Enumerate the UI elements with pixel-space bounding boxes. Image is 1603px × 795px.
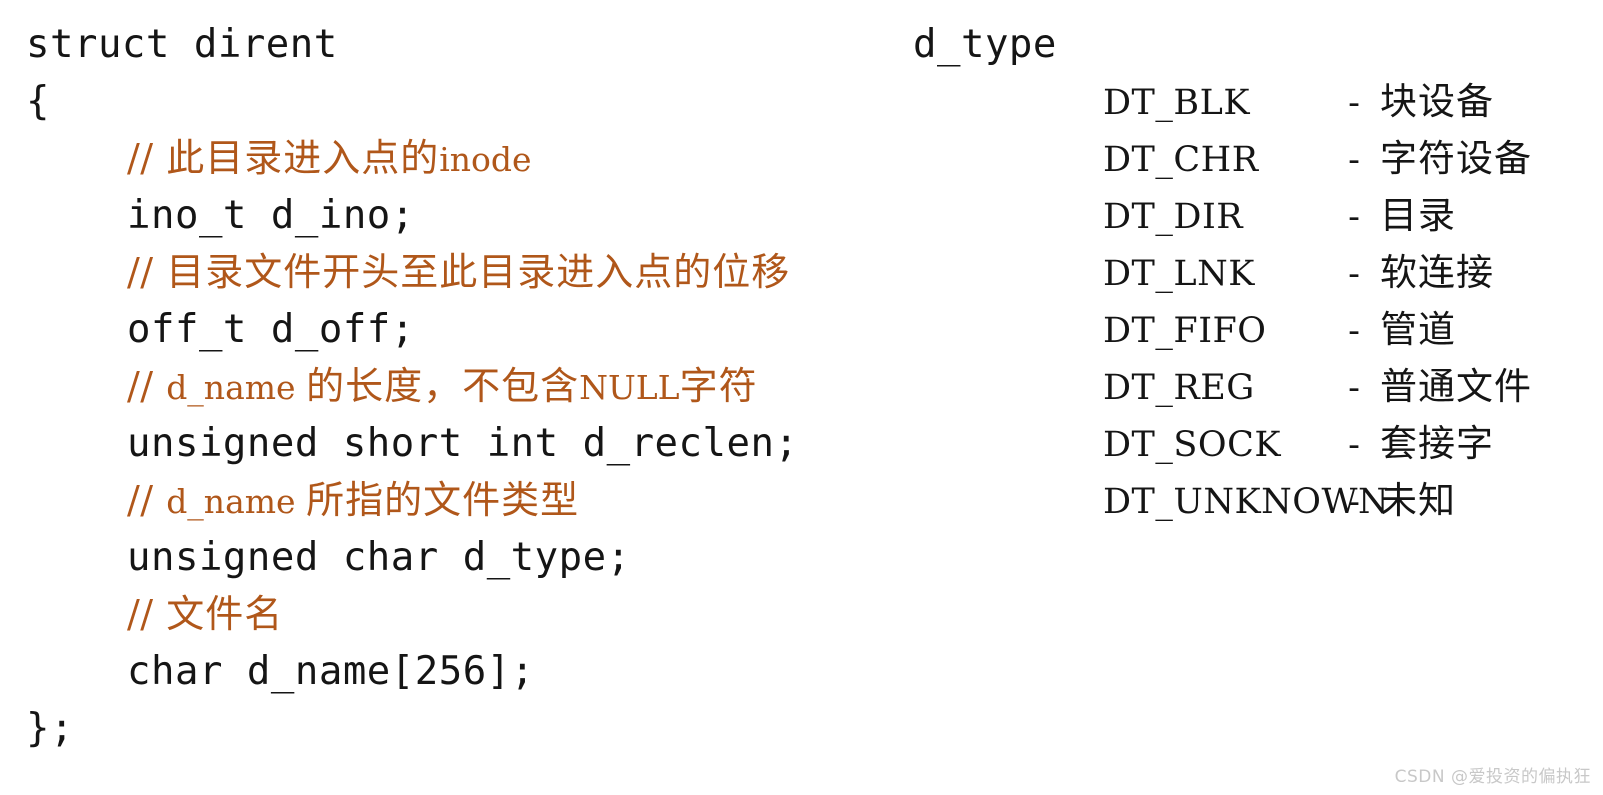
dtype-description: 块设备	[1380, 80, 1494, 123]
dtype-row: DT_LNK - 软连接	[1103, 244, 1603, 301]
comment-segment: //	[127, 592, 167, 636]
comment-segment: d_name	[166, 368, 307, 407]
code-line: ino_t d_ino;	[127, 193, 415, 238]
dtype-row: DT_BLK - 块设备	[1103, 73, 1603, 130]
comment-segment: d_name	[166, 482, 307, 521]
comment-segment: 字符	[679, 364, 758, 408]
comment-segment: 的长度，不包含	[306, 364, 580, 408]
dtype-description: 套接字	[1380, 422, 1494, 465]
comment-segment: //	[127, 364, 167, 408]
dtype-row: DT_UNKNOWN- 未知	[1103, 472, 1603, 529]
dtype-dash-separator: -	[1348, 368, 1360, 408]
code-line: unsigned short int d_reclen;	[127, 421, 799, 466]
dtype-dash-separator: -	[1348, 482, 1360, 522]
dtype-dash-separator: -	[1348, 311, 1360, 351]
code-line: };	[26, 706, 74, 751]
dtype-row: DT_REG - 普通文件	[1103, 358, 1603, 415]
dtype-constant-name: DT_CHR	[1103, 140, 1259, 180]
dtype-description: 管道	[1380, 308, 1456, 351]
comment-segment: 目录文件开头至此目录进入点的位移	[166, 250, 791, 294]
dtype-dash-separator: -	[1348, 425, 1360, 465]
code-line: off_t d_off;	[127, 307, 415, 352]
dtype-row: DT_DIR - 目录	[1103, 187, 1603, 244]
dtype-list: DT_BLK - 块设备 DT_CHR - 字符设备 DT_DIR - 目录 DT_LNK - 软连接…	[913, 73, 1603, 529]
dtype-row: DT_CHR - 字符设备	[1103, 130, 1603, 187]
dtype-dash-separator: -	[1348, 140, 1360, 180]
comment-segment: //	[127, 478, 167, 522]
code-line: {	[26, 79, 50, 124]
dtype-constant-name: DT_BLK	[1103, 83, 1251, 123]
dtype-description: 普通文件	[1380, 365, 1532, 408]
comment-segment: //	[127, 250, 167, 294]
dtype-constant-name: DT_REG	[1103, 368, 1255, 408]
code-comment-line: // 目录文件开头至此目录进入点的位移	[26, 244, 926, 301]
dtype-constant-name: DT_DIR	[1103, 197, 1244, 237]
dtype-description: 软连接	[1380, 251, 1494, 294]
struct-dirent-code-block: struct dirent { // 此目录进入点的inode ino_t d_ino…	[26, 16, 926, 757]
dtype-constant-name: DT_LNK	[1103, 254, 1255, 294]
comment-segment: //	[127, 136, 167, 180]
code-comment-line: // d_name 的长度，不包含NULL字符	[26, 358, 926, 415]
dtype-row: DT_SOCK - 套接字	[1103, 415, 1603, 472]
comment-segment: 所指的文件类型	[306, 478, 580, 522]
dtype-description: 字符设备	[1380, 137, 1532, 180]
comment-segment: inode	[439, 140, 532, 179]
dtype-values-block: d_type DT_BLK - 块设备 DT_CHR - 字符设备 DT_DIR - 目录 DT_…	[913, 16, 1603, 529]
code-comment-line: // 此目录进入点的inode	[26, 130, 926, 187]
code-line: char d_name[256];	[127, 649, 535, 694]
dtype-description: 目录	[1380, 194, 1456, 237]
code-comment-line: // d_name 所指的文件类型	[26, 472, 926, 529]
dtype-heading: d_type	[913, 22, 1057, 67]
csdn-watermark: CSDN @爱投资的偏执狂	[1394, 767, 1591, 787]
code-line: struct dirent	[26, 22, 338, 67]
code-line: unsigned char d_type;	[127, 535, 631, 580]
dtype-dash-separator: -	[1348, 197, 1360, 237]
comment-segment: NULL	[579, 368, 680, 407]
dtype-description: 未知	[1380, 479, 1456, 522]
dtype-constant-name: DT_UNKNOWN	[1103, 482, 1390, 522]
dtype-dash-separator: -	[1348, 254, 1360, 294]
code-comment-line: // 文件名	[26, 586, 926, 643]
dtype-constant-name: DT_SOCK	[1103, 425, 1282, 465]
comment-segment: 此目录进入点的	[166, 136, 440, 180]
comment-segment: 文件名	[166, 592, 284, 636]
slide-canvas: struct dirent { // 此目录进入点的inode ino_t d_ino…	[0, 0, 1603, 795]
dtype-constant-name: DT_FIFO	[1103, 311, 1267, 351]
dtype-dash-separator: -	[1348, 83, 1360, 123]
dtype-row: DT_FIFO - 管道	[1103, 301, 1603, 358]
